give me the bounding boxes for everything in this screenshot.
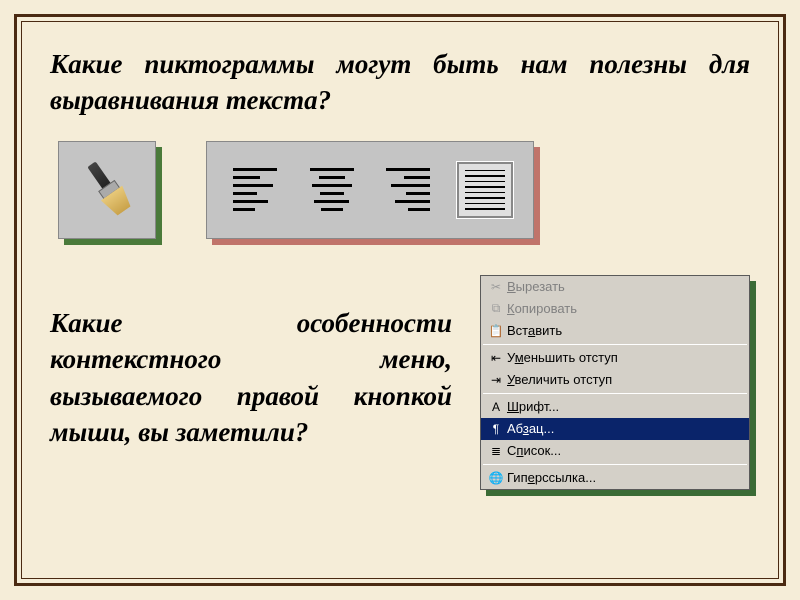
menu-item-label: Копировать — [507, 301, 739, 316]
menu-item-label: Список... — [507, 443, 739, 458]
menu-item-label: Шрифт... — [507, 399, 739, 414]
question-2: Какие особенности контекстного меню, выз… — [50, 275, 452, 451]
menu-item[interactable]: ⇥Увеличить отступ — [481, 369, 749, 391]
outdent-icon: ⇤ — [485, 351, 507, 365]
indent-icon: ⇥ — [485, 373, 507, 387]
align-right-button[interactable] — [380, 162, 436, 218]
format-painter-tile — [58, 141, 156, 239]
context-menu-example: ✂Вырезать⧉Копировать📋Вставить⇤Уменьшить … — [480, 275, 750, 490]
align-left-button[interactable] — [227, 162, 283, 218]
alignment-toolbar — [206, 141, 534, 239]
hyperlink-icon: 🌐 — [485, 471, 507, 485]
menu-item[interactable]: 🌐Гиперссылка... — [481, 467, 749, 489]
menu-item[interactable]: 📋Вставить — [481, 320, 749, 342]
paragraph-icon: ¶ — [485, 422, 507, 436]
format-painter-icon — [69, 151, 144, 229]
cut-icon: ✂ — [485, 280, 507, 294]
menu-item-label: Уменьшить отступ — [507, 350, 739, 365]
menu-item[interactable]: ≣Список... — [481, 440, 749, 462]
paste-icon: 📋 — [485, 324, 507, 338]
menu-item-label: Гиперссылка... — [507, 470, 739, 485]
font-icon: A — [485, 400, 507, 414]
menu-separator — [483, 393, 747, 394]
question-1: Какие пиктограммы могут быть нам полезны… — [50, 46, 750, 119]
menu-item: ⧉Копировать — [481, 298, 749, 320]
menu-item-label: Увеличить отступ — [507, 372, 739, 387]
slide-inner-border: Какие пиктограммы могут быть нам полезны… — [21, 21, 779, 579]
menu-separator — [483, 344, 747, 345]
menu-item-label: Вставить — [507, 323, 739, 338]
menu-item[interactable]: AШрифт... — [481, 396, 749, 418]
toolbar-examples-row — [58, 141, 750, 239]
align-center-button[interactable] — [304, 162, 360, 218]
copy-icon: ⧉ — [485, 301, 507, 316]
context-menu: ✂Вырезать⧉Копировать📋Вставить⇤Уменьшить … — [480, 275, 750, 490]
slide-outer-border: Какие пиктограммы могут быть нам полезны… — [14, 14, 786, 586]
menu-item[interactable]: ⇤Уменьшить отступ — [481, 347, 749, 369]
menu-item[interactable]: ¶Абзац... — [481, 418, 749, 440]
align-justify-button[interactable] — [457, 162, 513, 218]
menu-separator — [483, 464, 747, 465]
menu-item-label: Вырезать — [507, 279, 739, 294]
menu-item: ✂Вырезать — [481, 276, 749, 298]
menu-item-label: Абзац... — [507, 421, 739, 436]
list-icon: ≣ — [485, 444, 507, 458]
